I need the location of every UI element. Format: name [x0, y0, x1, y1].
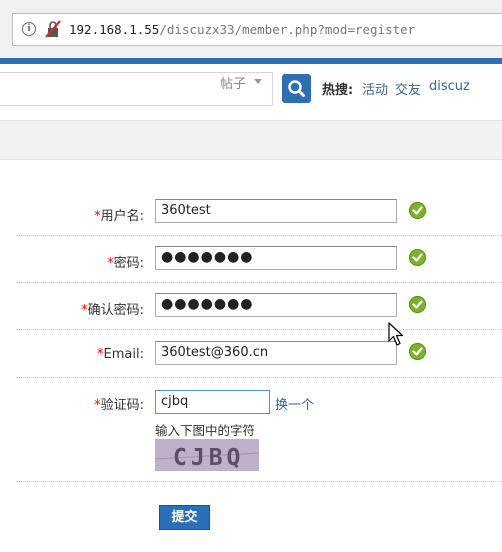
captcha-image[interactable]: CJBQ: [155, 439, 259, 471]
password-input[interactable]: ●●●●●●●: [155, 246, 397, 270]
search-bar: 帖子 热搜: 活动 交友 discuz: [0, 64, 502, 116]
confirm-password-input[interactable]: ●●●●●●●: [155, 293, 397, 317]
hot-link-activity[interactable]: 活动: [362, 79, 388, 98]
username-label: *用户名:: [94, 205, 144, 224]
chevron-down-icon[interactable]: [254, 79, 262, 84]
url-text[interactable]: 192.168.1.55/discuzx33/member.php?mod=re…: [69, 22, 415, 37]
search-icon: [288, 80, 305, 97]
row-divider: [16, 235, 502, 236]
browser-toolbar: i 192.168.1.55/discuzx33/member.php?mod=…: [0, 0, 502, 58]
mouse-cursor-icon: [388, 322, 404, 346]
captcha-refresh-link[interactable]: 换一个: [275, 394, 314, 413]
email-input[interactable]: 360test@360.cn: [155, 341, 397, 365]
page-title-band: [0, 120, 502, 160]
checkmark-glyph: [412, 347, 423, 356]
not-secure-icon[interactable]: [45, 20, 61, 38]
row-divider: [16, 377, 502, 378]
confirm-password-label-text: 确认密码:: [87, 303, 144, 318]
password-label: *密码:: [107, 252, 144, 271]
check-icon: [409, 202, 426, 219]
check-icon: [409, 249, 426, 266]
username-label-text: 用户名:: [100, 209, 144, 224]
hot-link-discuz[interactable]: discuz: [429, 79, 470, 94]
check-icon: [409, 343, 426, 360]
row-divider: [16, 329, 502, 330]
email-label-text: Email:: [103, 347, 144, 362]
hot-link-dating[interactable]: 交友: [395, 79, 421, 98]
search-button[interactable]: [282, 74, 311, 103]
address-bar[interactable]: i 192.168.1.55/discuzx33/member.php?mod=…: [12, 13, 502, 46]
username-input[interactable]: 360test: [155, 199, 397, 223]
checkmark-glyph: [412, 253, 423, 262]
info-icon[interactable]: i: [22, 22, 36, 36]
captcha-hint: 输入下图中的字符: [155, 423, 256, 438]
captcha-input[interactable]: cjbq: [155, 390, 270, 414]
check-icon: [409, 296, 426, 313]
checkmark-glyph: [412, 300, 423, 309]
row-divider: [16, 282, 502, 283]
captcha-label: *验证码:: [94, 394, 144, 413]
hot-search-label: 热搜:: [322, 83, 354, 98]
captcha-text: CJBQ: [173, 445, 244, 471]
search-type-select[interactable]: 帖子: [220, 73, 246, 92]
password-label-text: 密码:: [113, 256, 144, 271]
captcha-label-text: 验证码:: [100, 398, 144, 413]
confirm-password-label: *确认密码:: [81, 299, 144, 318]
url-host: 192.168.1.55: [69, 22, 160, 37]
row-divider: [16, 481, 502, 482]
email-label: *Email:: [97, 347, 144, 362]
url-path: /discuzx33/member.php?mod=register: [159, 22, 416, 37]
checkmark-glyph: [412, 206, 423, 215]
submit-button[interactable]: 提交: [159, 505, 210, 530]
